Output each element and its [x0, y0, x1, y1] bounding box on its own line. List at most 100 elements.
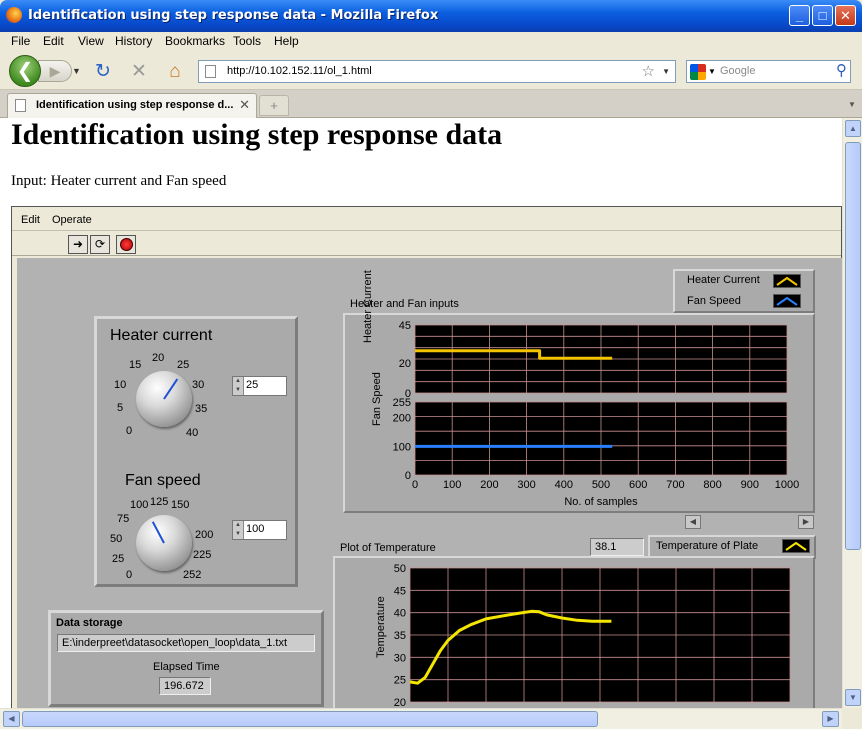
fan-tick: 75	[117, 513, 130, 525]
maximize-button[interactable]: □	[812, 5, 833, 26]
menu-bookmarks[interactable]: Bookmarks	[165, 34, 225, 48]
heater-current-input[interactable]: ▲ ▼ 25	[232, 376, 287, 396]
x-tick-label: 400	[555, 479, 573, 491]
tab-close-icon[interactable]: ✕	[239, 97, 250, 113]
knob-needle	[163, 378, 179, 400]
menu-help[interactable]: Help	[274, 34, 299, 48]
legend-fan-label: Fan Speed	[687, 295, 741, 307]
current-temperature-value: 38.1	[595, 541, 617, 553]
heater-tick: 20	[152, 352, 165, 364]
run-continuous-icon[interactable]: ⟳	[90, 235, 110, 254]
menu-view[interactable]: View	[78, 34, 104, 48]
heater-tick: 40	[186, 427, 199, 439]
y-tick-label: 255	[393, 397, 411, 409]
heater-tick: 15	[129, 359, 142, 371]
history-dropdown-icon[interactable]: ▼	[72, 66, 81, 76]
x-tick-label: 200	[480, 479, 498, 491]
heater-current-value[interactable]: 25	[246, 379, 258, 391]
reload-icon[interactable]: ↻	[92, 61, 114, 83]
search-input[interactable]: Google	[720, 65, 755, 77]
menu-edit[interactable]: Edit	[43, 34, 64, 48]
y-tick-label: 0	[405, 470, 411, 482]
vertical-scrollbar[interactable]: ▲ ▼	[842, 118, 862, 708]
heater-current-knob[interactable]	[136, 371, 192, 427]
temperature-chart-frame: Temperature 50 45 40 35 30 25 20	[333, 556, 815, 708]
y-tick-label: 100	[393, 441, 411, 453]
menu-file[interactable]: File	[11, 34, 30, 48]
increment-decrement-icon[interactable]: ▲ ▼	[233, 377, 244, 395]
close-button[interactable]: ✕	[835, 5, 856, 26]
elapsed-time-value: 196.672	[164, 680, 204, 692]
legend-fan-swatch	[773, 294, 801, 308]
search-box[interactable]: ▼ Google ⚲	[686, 60, 851, 83]
new-tab-button[interactable]: +	[259, 95, 289, 116]
y-tick-label: 50	[394, 563, 406, 575]
y-tick-label: 200	[393, 413, 411, 425]
minimize-button[interactable]: _	[789, 5, 810, 26]
data-storage-box: Data storage E:\inderpreet\datasocket\op…	[48, 610, 324, 707]
fan-tick: 0	[126, 569, 133, 581]
elapsed-time-indicator: 196.672	[159, 677, 211, 695]
firefox-logo-icon	[6, 7, 22, 23]
bookmark-star-icon[interactable]: ☆	[642, 62, 655, 80]
heater-tick: 10	[114, 379, 127, 391]
google-icon[interactable]	[690, 64, 706, 80]
legend-fan-line-icon	[776, 296, 798, 306]
elapsed-time-label: Elapsed Time	[153, 661, 220, 673]
legend-temperature-swatch	[782, 539, 810, 553]
scroll-right-icon[interactable]: ▶	[822, 711, 839, 727]
x-tick-label: 500	[592, 479, 610, 491]
horizontal-scrollbar[interactable]: ◀ ▶	[0, 708, 842, 729]
knob-needle	[151, 521, 165, 544]
vertical-scroll-thumb[interactable]	[845, 142, 861, 550]
legend-heater-label: Heater Current	[687, 274, 760, 286]
abort-stop-icon[interactable]	[116, 235, 136, 254]
tab-list-dropdown-icon[interactable]: ▼	[845, 96, 859, 113]
page-heading: Identification using step response data	[11, 118, 503, 151]
applet-menu-operate[interactable]: Operate	[52, 214, 92, 226]
url-dropdown-icon[interactable]: ▼	[662, 67, 670, 76]
legend-temperature-label: Temperature of Plate	[656, 540, 759, 552]
url-text[interactable]: http://10.102.152.11/ol_1.html	[227, 65, 372, 77]
fan-tick: 225	[193, 549, 212, 561]
heater-current-label: Heater current	[110, 327, 213, 344]
menu-tools[interactable]: Tools	[233, 34, 261, 48]
fan-speed-input[interactable]: ▲ ▼ 100	[232, 520, 287, 540]
y-tick-label: 35	[394, 630, 406, 642]
fan-tick: 125	[150, 496, 169, 508]
x-tick-label: 600	[629, 479, 647, 491]
menu-history[interactable]: History	[115, 34, 152, 48]
tab-label: Identification using step response d...	[36, 99, 234, 111]
chart-scroll-right-icon[interactable]: ▶	[798, 515, 814, 529]
back-button[interactable]: ❮	[9, 55, 41, 87]
run-arrow-icon[interactable]: ➜	[68, 235, 88, 254]
x-tick-label: 900	[741, 479, 759, 491]
tab-active[interactable]: Identification using step response d... …	[7, 93, 257, 118]
increment-decrement-icon[interactable]: ▲ ▼	[233, 521, 244, 539]
address-bar[interactable]: http://10.102.152.11/ol_1.html ☆ ▼	[198, 60, 676, 83]
tab-bar: Identification using step response d... …	[0, 90, 862, 118]
search-engine-dropdown-icon[interactable]: ▼	[708, 67, 716, 76]
chart-scroll-left-icon[interactable]: ◀	[685, 515, 701, 529]
page-icon	[15, 99, 26, 112]
file-path-text: E:\inderpreet\datasocket\open_loop\data_…	[62, 637, 288, 649]
forward-button[interactable]: ▶	[38, 60, 72, 82]
inputs-chart-frame: Heater Current Fan Speed 45 20 0 255 200 100 0…	[343, 270, 815, 513]
search-icon[interactable]: ⚲	[836, 61, 847, 79]
legend-temperature-line-icon	[785, 541, 807, 551]
stop-icon[interactable]: ✕	[128, 61, 150, 83]
navigation-toolbar: ▶ ❮ ▼ ↻ ✕ ⌂ http://10.102.152.11/ol_1.ht…	[0, 52, 862, 90]
forward-arrow-icon: ▶	[49, 63, 61, 79]
fan-speed-knob[interactable]	[136, 515, 192, 571]
scroll-left-icon[interactable]: ◀	[3, 711, 20, 727]
home-icon[interactable]: ⌂	[164, 61, 186, 83]
controls-box: Heater current 0 5 10 15 20 25 30 35 40 …	[94, 316, 298, 587]
heater-tick: 35	[195, 403, 208, 415]
fan-tick: 100	[130, 499, 149, 511]
horizontal-scroll-thumb[interactable]	[22, 711, 598, 727]
applet-menu-edit[interactable]: Edit	[21, 214, 40, 226]
fan-speed-value[interactable]: 100	[246, 523, 264, 535]
scroll-down-icon[interactable]: ▼	[845, 689, 861, 706]
scroll-up-icon[interactable]: ▲	[845, 120, 861, 137]
y-tick-label: 45	[399, 320, 411, 332]
